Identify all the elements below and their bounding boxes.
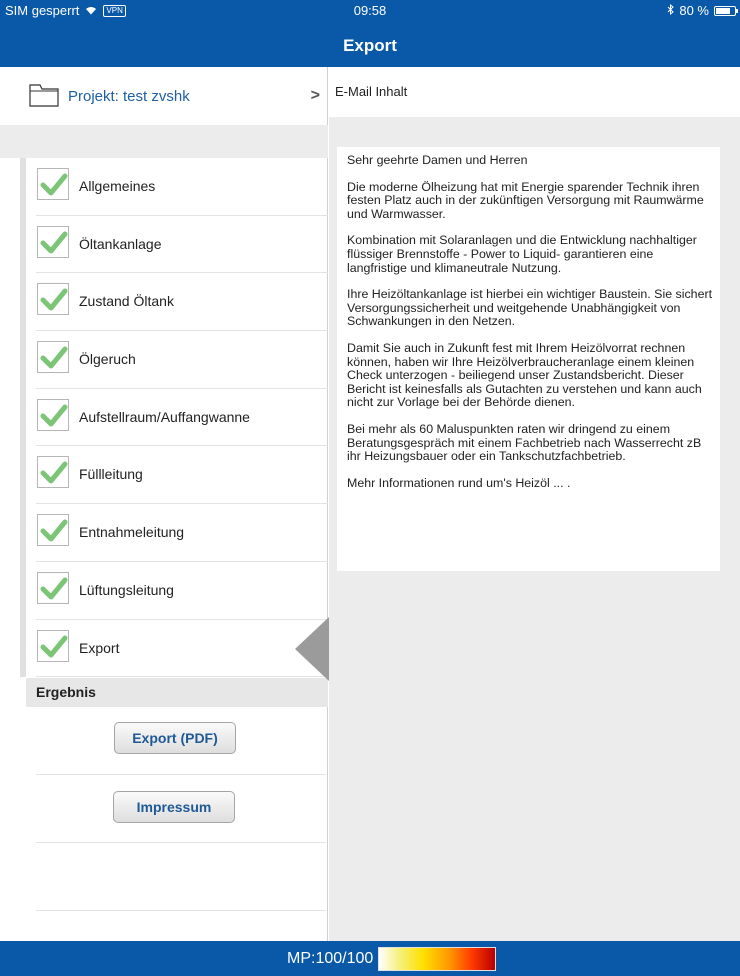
export-pdf-button[interactable]: Export (PDF) [114,722,236,754]
checkmark-icon[interactable] [37,168,69,200]
email-content[interactable]: Sehr geehrte Damen und Herren Die moderne… [337,147,720,571]
right-panel: E-Mail Inhalt Sehr geehrte Damen und Her… [329,67,740,941]
email-paragraph: Damit Sie auch in Zukunft fest mit Ihrem… [347,340,702,410]
section-item[interactable]: Aufstellraum/Auffangwanne [36,389,328,447]
checkmark-icon[interactable] [37,456,69,489]
checkmark-icon[interactable] [37,514,69,547]
section-item-label: Entnahmeleitung [79,524,185,541]
email-paragraph: Kombination mit Solaranlagen und die Ent… [347,233,697,275]
section-item[interactable]: Füllleitung [36,446,328,505]
section-item-label: Zustand Öltank [79,293,174,310]
email-header-label: E-Mail Inhalt [335,84,408,99]
project-label: Projekt: test zvshk [68,88,190,105]
email-paragraph: Die moderne Ölheizung hat mit Energie sp… [347,179,704,221]
checkmark-icon[interactable] [37,225,69,258]
section-item-label: Ölgeruch [79,351,136,368]
section-item[interactable]: Öltankanlage [36,216,328,274]
section-item[interactable]: Export [36,620,328,678]
ergebnis-title: Ergebnis [36,684,96,700]
footer: MP:100/100 [0,941,740,976]
email-paragraph: Sehr geehrte Damen und Herren [347,153,528,167]
bluetooth-icon [667,3,675,18]
selection-pointer [295,617,329,681]
section-spacer [0,125,328,158]
chevron-right-icon: > [310,87,320,104]
section-item[interactable]: Entnahmeleitung [36,504,328,562]
impressum-button[interactable]: Impressum [113,791,235,823]
section-item-label: Export [79,639,120,656]
checkmark-icon[interactable] [37,571,69,604]
section-item-label: Lüftungsleitung [79,581,174,598]
malus-points-bar [378,947,496,971]
section-item-label: Füllleitung [79,466,143,483]
malus-points-label: MP:100/100 [287,950,374,967]
app-header: SIM gesperrt VPN 09:58 80 % Export [0,0,740,67]
checkmark-icon[interactable] [37,398,69,431]
email-header: E-Mail Inhalt [329,67,740,117]
divider [36,910,326,911]
section-item[interactable]: Ölgeruch [36,331,328,389]
battery-icon [714,5,738,16]
section-list: Allgemeines Öltankanlage Zustand Öltank Ölg… [26,158,328,678]
folder-icon [29,83,59,107]
email-paragraph: Ihre Heizöltankanlage ist hierbei ein wi… [347,287,713,329]
divider [36,774,326,775]
divider [36,842,326,843]
section-item[interactable]: Zustand Öltank [36,273,328,332]
battery-percent: 80 % [679,3,709,18]
clock: 09:58 [353,3,387,18]
section-item-label: Öltankanlage [79,235,162,252]
email-paragraph: Bei mehr als 60 Maluspunkten raten wir d… [347,421,702,464]
section-item-label: Aufstellraum/Auffangwanne [79,408,250,425]
left-panel: Projekt: test zvshk > Allgemeines Öltanka… [0,67,328,941]
email-paragraph: Mehr Informationen rund um's Heizöl ... … [347,475,571,490]
checkmark-icon[interactable] [37,283,69,316]
section-item[interactable]: Allgemeines [36,158,328,216]
status-bar: SIM gesperrt VPN 09:58 80 % [0,0,740,22]
section-item[interactable]: Lüftungsleitung [36,562,328,620]
checkmark-icon[interactable] [37,341,69,374]
checkmark-icon[interactable] [37,629,69,662]
section-item-label: Allgemeines [79,178,156,194]
page-title: Export [343,36,397,55]
ergebnis-header: Ergebnis [26,678,328,707]
project-row[interactable]: Projekt: test zvshk > [0,67,328,125]
